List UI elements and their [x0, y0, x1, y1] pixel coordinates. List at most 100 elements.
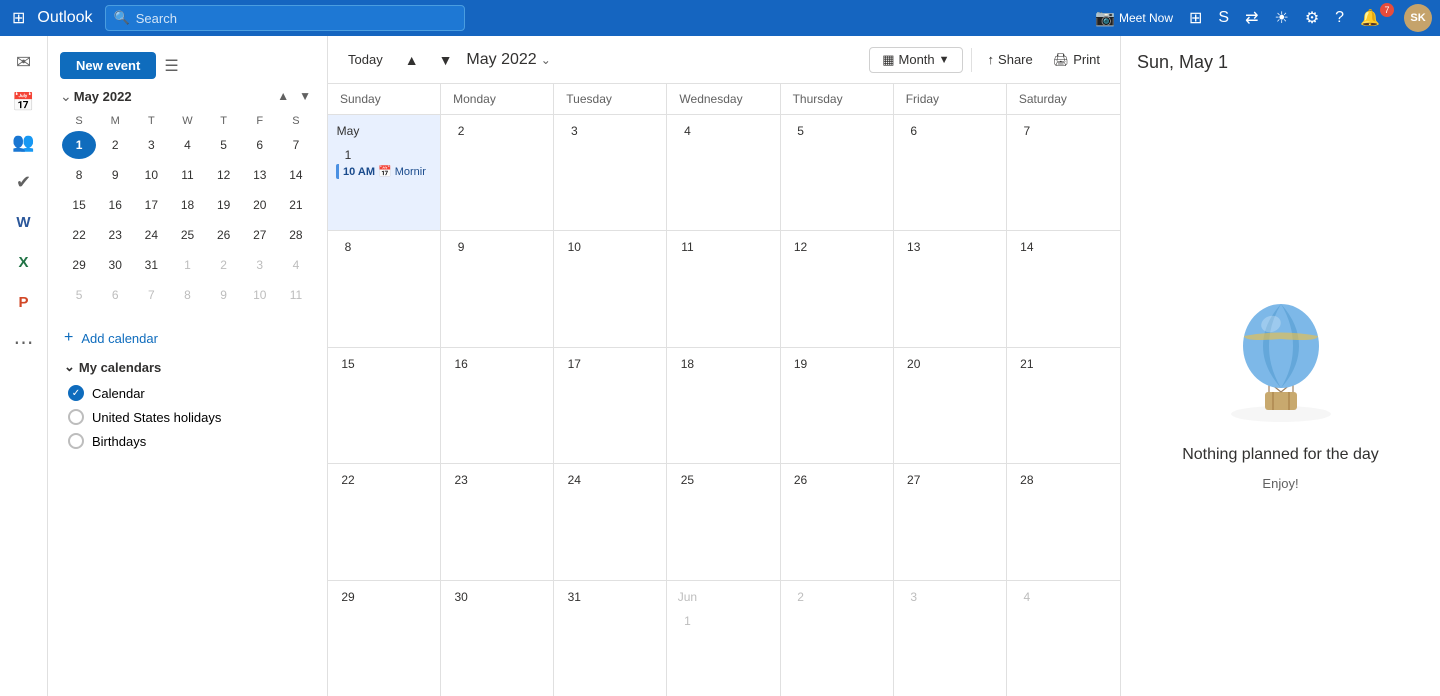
skype-button[interactable]: S — [1212, 5, 1235, 31]
mini-cal-day[interactable]: 3 — [134, 131, 168, 159]
cal-cell[interactable]: 10 — [554, 231, 667, 346]
mini-cal-day[interactable]: 4 — [279, 251, 313, 279]
today-button[interactable]: Today — [340, 48, 391, 71]
calendar-item-us-holidays[interactable]: United States holidays — [60, 405, 315, 429]
mini-cal-day[interactable]: 7 — [279, 131, 313, 159]
cal-cell[interactable]: 16 — [441, 348, 554, 463]
waffle-icon[interactable]: ⊞ — [8, 4, 29, 32]
mini-cal-day[interactable]: 17 — [134, 191, 168, 219]
my-calendars-header[interactable]: ⌄ My calendars — [60, 353, 315, 381]
cal-cell[interactable]: 24 — [554, 464, 667, 579]
cal-cell[interactable]: 4 — [1007, 581, 1120, 696]
cal-cell[interactable]: 14 — [1007, 231, 1120, 346]
mini-cal-day[interactable]: 3 — [243, 251, 277, 279]
cal-cell[interactable]: 7 — [1007, 115, 1120, 230]
print-button[interactable]: 🖨 Print — [1045, 48, 1108, 72]
search-bar[interactable]: 🔍 — [105, 5, 465, 31]
mini-cal-day[interactable]: 6 — [98, 281, 132, 309]
mini-cal-day[interactable]: 13 — [243, 161, 277, 189]
sidebar-item-more-apps[interactable]: ⋯ — [6, 324, 42, 360]
mini-cal-day[interactable]: 26 — [207, 221, 241, 249]
cal-cell[interactable]: 3 — [554, 115, 667, 230]
my-day-button[interactable]: ☀ — [1268, 4, 1294, 32]
mini-cal-day[interactable]: 25 — [170, 221, 204, 249]
mini-cal-day[interactable]: 15 — [62, 191, 96, 219]
mini-cal-collapse-icon[interactable]: ⌄ — [60, 88, 72, 105]
mini-cal-day[interactable]: 9 — [207, 281, 241, 309]
mini-cal-day[interactable]: 22 — [62, 221, 96, 249]
cal-cell[interactable]: 15 — [328, 348, 441, 463]
cal-cell[interactable]: 18 — [667, 348, 780, 463]
cal-cell[interactable]: 4 — [667, 115, 780, 230]
collapse-sidebar-button[interactable]: ☰ — [162, 54, 180, 78]
cal-cell[interactable]: 28 — [1007, 464, 1120, 579]
sidebar-item-powerpoint[interactable]: P — [6, 284, 42, 320]
cal-cell[interactable]: 27 — [894, 464, 1007, 579]
cal-cell[interactable]: 20 — [894, 348, 1007, 463]
mini-cal-day[interactable]: 2 — [207, 251, 241, 279]
share-button[interactable]: ↑ Share — [980, 48, 1041, 71]
cal-cell[interactable]: 2 — [441, 115, 554, 230]
meet-now-button[interactable]: 📷 Meet Now — [1089, 6, 1179, 30]
sidebar-item-people[interactable]: 👥 — [6, 124, 42, 160]
mini-cal-day[interactable]: 9 — [98, 161, 132, 189]
mini-cal-day[interactable]: 27 — [243, 221, 277, 249]
mini-cal-day[interactable]: 1 — [62, 131, 96, 159]
mini-cal-day[interactable]: 8 — [62, 161, 96, 189]
cal-cell[interactable]: 17 — [554, 348, 667, 463]
cal-cell[interactable]: 25 — [667, 464, 780, 579]
cal-cell[interactable]: 3 — [894, 581, 1007, 696]
help-button[interactable]: ? — [1329, 5, 1350, 31]
mini-cal-day[interactable]: 1 — [170, 251, 204, 279]
cal-cell[interactable]: 19 — [781, 348, 894, 463]
cal-cell[interactable]: 6 — [894, 115, 1007, 230]
mini-cal-day[interactable]: 11 — [279, 281, 313, 309]
apps-button[interactable]: ⊞ — [1183, 4, 1208, 32]
cal-cell[interactable]: 30 — [441, 581, 554, 696]
cal-cell[interactable]: 23 — [441, 464, 554, 579]
search-input[interactable] — [136, 11, 456, 26]
next-month-button[interactable]: ▼ — [433, 48, 459, 72]
mini-cal-day[interactable]: 10 — [134, 161, 168, 189]
cal-cell[interactable]: May 110 AM📅Mornir — [328, 115, 441, 230]
cal-cell[interactable]: 13 — [894, 231, 1007, 346]
mini-cal-day[interactable]: 21 — [279, 191, 313, 219]
mini-cal-day[interactable]: 23 — [98, 221, 132, 249]
avatar[interactable]: SK — [1404, 4, 1432, 32]
cal-cell[interactable]: 2 — [781, 581, 894, 696]
mini-cal-day[interactable]: 11 — [170, 161, 204, 189]
cal-cell[interactable]: 9 — [441, 231, 554, 346]
cal-cell[interactable]: 12 — [781, 231, 894, 346]
mini-cal-day[interactable]: 5 — [62, 281, 96, 309]
mini-cal-day[interactable]: 7 — [134, 281, 168, 309]
mini-cal-title[interactable]: May 2022 — [74, 89, 132, 104]
sidebar-item-calendar[interactable]: 📅 — [6, 84, 42, 120]
mini-cal-day[interactable]: 10 — [243, 281, 277, 309]
mini-cal-day[interactable]: 12 — [207, 161, 241, 189]
sidebar-item-excel[interactable]: X — [6, 244, 42, 280]
calendar-item-calendar[interactable]: Calendar — [60, 381, 315, 405]
cal-cell[interactable]: 31 — [554, 581, 667, 696]
mini-cal-day[interactable]: 2 — [98, 131, 132, 159]
cal-cell[interactable]: 5 — [781, 115, 894, 230]
calendar-checkbox-us-holidays[interactable] — [68, 409, 84, 425]
cal-cell[interactable]: 22 — [328, 464, 441, 579]
prev-month-button[interactable]: ▲ — [399, 48, 425, 72]
mini-cal-day[interactable]: 30 — [98, 251, 132, 279]
cal-cell[interactable]: 8 — [328, 231, 441, 346]
mini-cal-next-button[interactable]: ▼ — [295, 87, 315, 105]
calendar-item-birthdays[interactable]: Birthdays — [60, 429, 315, 453]
sidebar-item-tasks[interactable]: ✔ — [6, 164, 42, 200]
settings-launcher-button[interactable]: ⇄ — [1239, 4, 1264, 32]
mini-cal-day[interactable]: 29 — [62, 251, 96, 279]
add-calendar-button[interactable]: + Add calendar — [48, 323, 327, 353]
mini-cal-day[interactable]: 20 — [243, 191, 277, 219]
mini-cal-day[interactable]: 8 — [170, 281, 204, 309]
mini-cal-day[interactable]: 14 — [279, 161, 313, 189]
mini-cal-prev-button[interactable]: ▲ — [273, 87, 293, 105]
sidebar-item-word[interactable]: W — [6, 204, 42, 240]
mini-cal-day[interactable]: 6 — [243, 131, 277, 159]
calendar-checkbox-birthdays[interactable] — [68, 433, 84, 449]
mini-cal-day[interactable]: 19 — [207, 191, 241, 219]
mini-cal-day[interactable]: 18 — [170, 191, 204, 219]
